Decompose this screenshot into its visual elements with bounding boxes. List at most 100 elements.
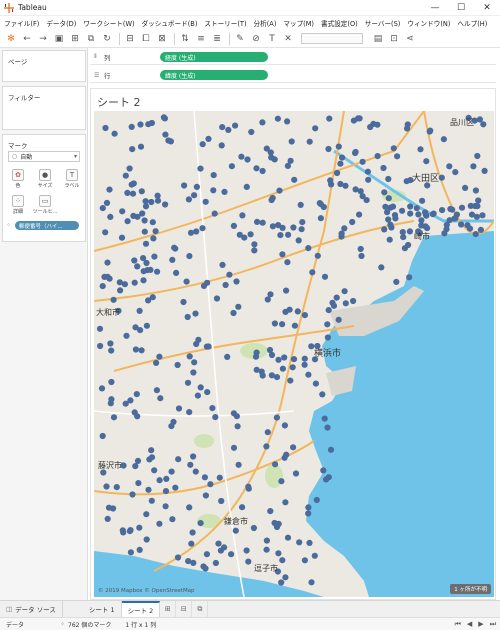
postal-code-mark[interactable]: [301, 312, 308, 319]
postal-code-mark[interactable]: [203, 551, 210, 558]
postal-code-mark[interactable]: [263, 546, 270, 553]
redo-icon[interactable]: →: [36, 32, 50, 46]
postal-code-mark[interactable]: [355, 115, 362, 122]
postal-code-mark[interactable]: [317, 201, 324, 208]
postal-code-mark[interactable]: [324, 334, 331, 341]
postal-code-mark[interactable]: [320, 467, 327, 474]
postal-code-mark[interactable]: [367, 123, 374, 131]
detail-button[interactable]: ⁘ 詳細: [7, 195, 29, 217]
postal-code-mark[interactable]: [212, 414, 219, 421]
duplicate-sheet-icon[interactable]: ⧠: [139, 32, 153, 46]
postal-code-mark[interactable]: [284, 259, 291, 266]
postal-code-mark[interactable]: [290, 356, 298, 363]
postal-code-mark[interactable]: [290, 224, 297, 231]
postal-code-mark[interactable]: [248, 128, 255, 136]
postal-code-mark[interactable]: [99, 432, 106, 440]
postal-code-mark[interactable]: [268, 196, 275, 204]
postal-code-mark[interactable]: [235, 461, 242, 468]
postal-code-mark[interactable]: [301, 361, 308, 368]
undo-icon[interactable]: ←: [20, 32, 34, 46]
tab-datasource[interactable]: ◫ データ ソース: [0, 600, 63, 618]
map-attribution[interactable]: © 2019 Mapbox © OpenStreetMap: [98, 588, 195, 594]
postal-code-mark[interactable]: [253, 366, 260, 373]
postal-code-mark[interactable]: [325, 307, 332, 314]
postal-code-mark[interactable]: [106, 186, 113, 193]
postal-code-mark[interactable]: [108, 347, 115, 354]
postal-code-mark[interactable]: [283, 287, 290, 294]
postal-code-mark[interactable]: [295, 237, 302, 244]
postal-code-mark[interactable]: [145, 486, 152, 493]
postal-code-mark[interactable]: [239, 212, 246, 219]
postal-code-mark[interactable]: [107, 340, 114, 347]
postal-code-mark[interactable]: [124, 218, 131, 225]
postal-code-mark[interactable]: [119, 208, 126, 215]
postal-code-mark[interactable]: [274, 115, 281, 122]
postal-code-mark[interactable]: [271, 320, 278, 327]
postal-code-mark[interactable]: [124, 189, 131, 196]
postal-code-mark[interactable]: [102, 229, 109, 236]
postal-code-mark[interactable]: [243, 183, 250, 190]
postal-code-mark[interactable]: [462, 184, 469, 191]
prev-page-icon[interactable]: ◀: [467, 620, 472, 628]
postal-code-mark[interactable]: [405, 241, 412, 249]
postal-code-mark[interactable]: [263, 537, 270, 544]
postal-code-mark[interactable]: [385, 175, 392, 183]
postal-code-mark[interactable]: [281, 422, 288, 429]
postal-code-mark[interactable]: [156, 353, 163, 360]
postal-code-mark[interactable]: [152, 228, 159, 235]
postal-code-mark[interactable]: [104, 259, 111, 266]
menu-map[interactable]: マップ(M): [283, 18, 314, 28]
postal-code-mark[interactable]: [173, 269, 180, 276]
tableau-home-icon[interactable]: ✻: [4, 32, 18, 46]
postal-code-mark[interactable]: [387, 221, 394, 228]
postal-code-mark[interactable]: [439, 207, 446, 214]
postal-code-mark[interactable]: [458, 221, 465, 228]
postal-code-mark[interactable]: [99, 283, 106, 290]
postal-code-mark[interactable]: [299, 219, 306, 226]
postal-code-mark[interactable]: [468, 211, 476, 218]
mark-type-select[interactable]: ○ 自動 ▾: [8, 151, 80, 162]
postal-code-mark[interactable]: [474, 152, 481, 160]
postal-code-mark[interactable]: [117, 287, 124, 294]
postal-code-mark[interactable]: [189, 529, 196, 536]
postal-code-mark[interactable]: [364, 168, 371, 175]
postal-code-mark[interactable]: [422, 223, 429, 230]
postal-code-mark[interactable]: [215, 540, 222, 547]
latitude-pill[interactable]: 緯度 (生成): [160, 70, 268, 80]
postal-code-mark[interactable]: [305, 371, 312, 378]
postal-code-mark[interactable]: [342, 300, 349, 307]
postal-code-mark[interactable]: [440, 136, 447, 143]
postal-code-mark[interactable]: [352, 148, 359, 156]
postal-code-mark[interactable]: [446, 217, 453, 224]
map-canvas[interactable]: 品川区 大田区 崎市 大和市 横浜市 藤沢市 鎌倉市 逗子市: [94, 111, 494, 597]
postal-code-mark[interactable]: [136, 307, 143, 314]
postal-code-mark[interactable]: [143, 511, 150, 518]
new-sheet-icon[interactable]: ⊟: [123, 32, 137, 46]
postal-code-mark[interactable]: [140, 255, 147, 262]
postal-code-pill[interactable]: 郵便番号（ハイ...: [15, 221, 79, 230]
postal-code-mark[interactable]: [338, 233, 345, 240]
postal-code-mark[interactable]: [380, 164, 387, 172]
postal-code-mark[interactable]: [129, 190, 137, 197]
postal-code-mark[interactable]: [137, 121, 144, 128]
postal-code-mark[interactable]: [406, 274, 413, 281]
postal-code-mark[interactable]: [335, 143, 342, 150]
postal-code-mark[interactable]: [253, 349, 260, 356]
postal-code-mark[interactable]: [204, 389, 211, 396]
postal-code-mark[interactable]: [297, 201, 304, 208]
postal-code-mark[interactable]: [429, 211, 436, 218]
postal-code-mark[interactable]: [203, 343, 210, 350]
postal-code-mark[interactable]: [289, 364, 296, 371]
postal-code-mark[interactable]: [190, 453, 197, 460]
presentation-icon[interactable]: ⊡: [387, 32, 401, 46]
postal-code-mark[interactable]: [232, 122, 239, 129]
postal-code-mark[interactable]: [247, 231, 254, 238]
postal-code-mark[interactable]: [148, 447, 155, 454]
label-button[interactable]: T ラベル: [61, 169, 83, 191]
postal-code-mark[interactable]: [172, 484, 179, 491]
postal-code-mark[interactable]: [268, 372, 275, 379]
close-button[interactable]: ✕: [474, 0, 500, 16]
postal-code-mark[interactable]: [268, 154, 275, 161]
postal-code-mark[interactable]: [273, 414, 280, 421]
postal-code-mark[interactable]: [264, 429, 271, 436]
